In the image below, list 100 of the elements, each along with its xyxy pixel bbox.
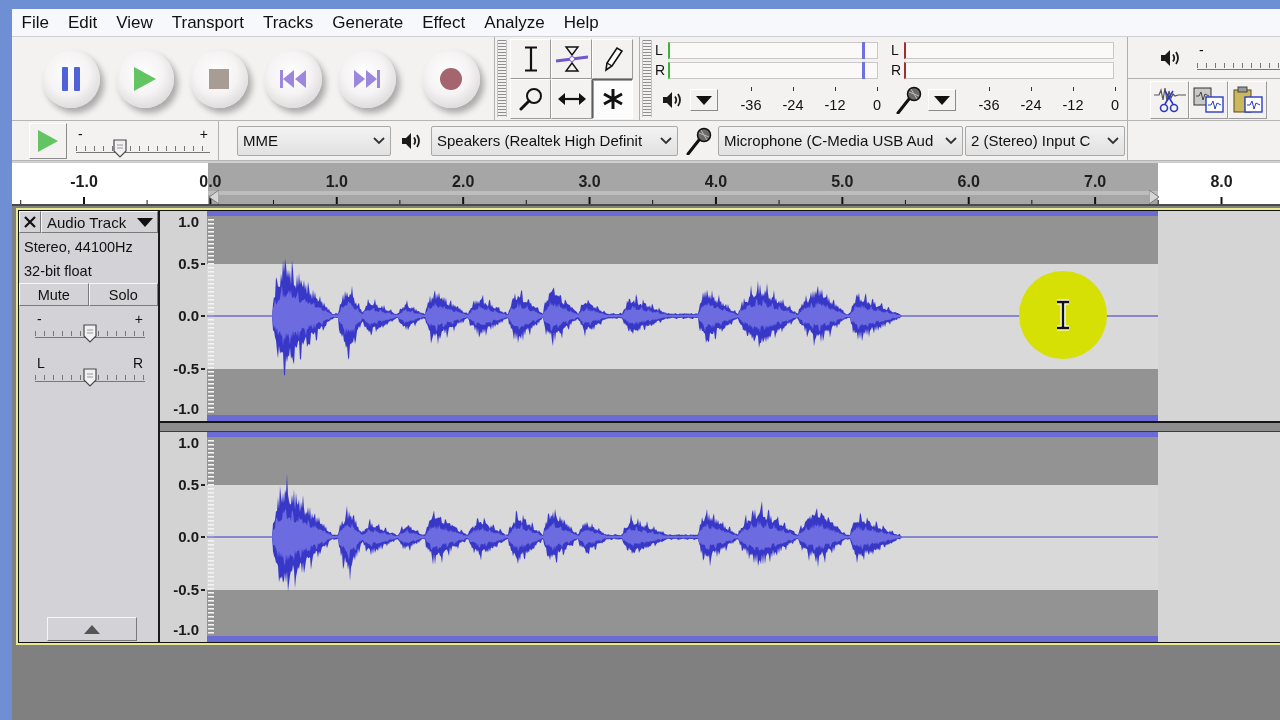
menu-item[interactable]: Edit [58,12,107,33]
cursor-highlight-icon [1019,271,1107,359]
play-icon [38,129,58,152]
play-at-speed-button[interactable] [29,122,67,159]
microphone-icon [896,86,922,114]
slider-label: L [36,357,46,370]
meter-scale-label: -12 [1062,97,1084,113]
toolbar-grip[interactable] [642,40,652,117]
mute-button[interactable]: Mute [19,283,89,306]
slider-thumb[interactable] [83,368,97,387]
zoom-tool[interactable] [510,79,551,119]
slider-label: - [1198,44,1205,57]
copy-button[interactable] [1189,80,1228,119]
channel-label: R [890,62,903,78]
ruler-label: 2.0 [452,173,475,191]
slider-label: + [198,127,209,141]
speaker-icon [662,90,684,110]
scissors-icon [1153,85,1186,114]
skip-back-icon [280,69,306,88]
input-channels-dropdown[interactable]: 2 (Stereo) Input C [965,125,1125,156]
menu-item[interactable]: Analyze [474,12,555,33]
ruler-label: 3.0 [578,173,601,191]
ruler-label: -0.5 [173,581,205,599]
close-icon [24,216,36,228]
copy-icon [1192,85,1225,114]
menu-item[interactable]: Tracks [253,12,323,33]
clipboard-icon [1231,85,1264,114]
ruler-label: 8.0 [1210,173,1233,191]
meter-menu-button[interactable] [690,89,718,111]
channel-label: L [654,42,664,58]
ruler-label: -1.0 [70,173,98,191]
ruler-label: 0.0 [178,307,205,325]
meter-scale-label: 0 [872,97,882,113]
record-icon [440,67,462,90]
caret-icon [137,217,153,227]
slider-label: - [77,127,84,141]
ruler-label: 0.5 [178,255,205,273]
pause-icon [62,66,80,91]
meter-scale-label: 0 [1110,97,1120,113]
ruler-label: 6.0 [957,173,980,191]
up-triangle-icon [84,624,100,634]
collapse-button[interactable] [47,617,137,641]
meter-scale-label: -12 [824,97,846,113]
skip-forward-icon [354,69,380,88]
menu-item[interactable]: Transport [162,12,254,33]
ruler-label: 7.0 [1084,173,1107,191]
ruler-label: 5.0 [831,173,854,191]
ruler-label: 1.0 [178,434,199,452]
microphone-icon [686,126,712,155]
ruler-label: -1.0 [173,621,199,639]
i-beam-icon [523,46,538,72]
channel-label: R [654,62,667,78]
volume-slider-track[interactable] [1197,61,1280,71]
meter-scale-label: -24 [1020,97,1042,113]
paste-button[interactable] [1228,80,1267,119]
menu-item[interactable]: Help [554,12,609,33]
multi-tool[interactable] [592,79,633,119]
asterisk-icon [601,88,624,110]
ruler-label: -1.0 [173,400,199,418]
slider-thumb[interactable] [83,324,97,343]
slider-thumb[interactable] [113,138,128,158]
stop-icon [209,68,229,89]
slider-label: - [36,313,43,326]
ruler-label: 1.0 [178,213,199,231]
meter-scale-label: -36 [978,97,1000,113]
meter-scale-label: -24 [782,97,804,113]
channel-label: L [890,42,900,58]
triangle-marker-icon [209,190,219,204]
ruler-label: 0.0 [178,528,205,546]
menu-item[interactable]: Effect [412,12,475,33]
magnifier-icon [518,87,543,111]
pencil-icon [602,46,623,72]
ruler-label: 4.0 [704,173,728,191]
track-info-text: Stereo, 44100Hz [24,238,134,257]
menu-item[interactable]: File [12,12,59,33]
input-device-dropdown[interactable]: Microphone (C-Media USB Aud [718,125,963,156]
output-device-dropdown[interactable]: Speakers (Realtek High Definit [431,125,678,156]
triangle-marker-icon [1149,190,1159,204]
ruler-label: 1.0 [325,173,348,191]
track-info-text: 32-bit float [24,262,93,281]
envelope-icon [555,46,588,72]
play-icon [134,66,156,91]
host-dropdown[interactable]: MME [237,125,391,156]
menu-item[interactable]: Generate [322,12,413,33]
draw-tool[interactable] [592,39,633,79]
time-shift-tool[interactable] [551,79,592,119]
track-name-dropdown[interactable]: Audio Track [41,211,158,233]
menu-item[interactable]: View [106,12,163,33]
caret-icon [934,95,950,105]
envelope-tool[interactable] [551,39,592,79]
solo-button[interactable]: Solo [88,283,158,306]
slider-label: R [131,357,144,370]
meter-menu-button[interactable] [928,89,956,111]
meter-scale-label: -36 [740,97,762,113]
toolbar-grip[interactable] [497,40,507,117]
selection-tool[interactable] [510,39,551,79]
caret-icon [696,95,712,105]
ruler-label: 0.5 [178,476,205,494]
cut-button[interactable] [1150,80,1189,119]
ruler-label: -0.5 [173,360,205,378]
